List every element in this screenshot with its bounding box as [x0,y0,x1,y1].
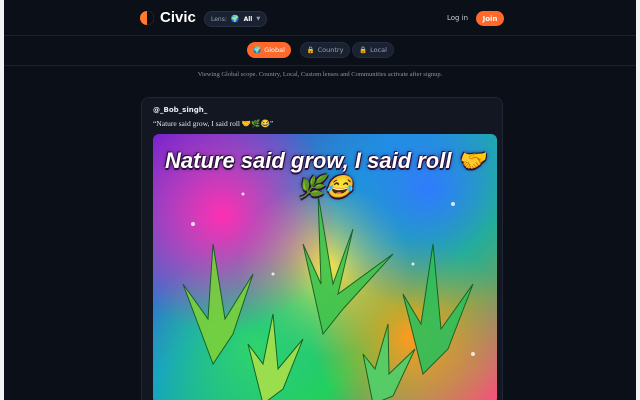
post-caption: “Nature said grow, I said roll 🤝🌿😂” [153,119,274,128]
logo[interactable]: Civic [140,9,196,26]
tab-global[interactable]: 🌍 Global [247,42,291,58]
lock-icon: 🔒 [306,46,315,54]
post-image[interactable]: Nature said grow, I said roll 🤝🌿😂 [153,134,497,400]
civic-logo-icon [140,10,154,25]
top-header: Civic Lens: 🌍 All ▼ Log in Join [4,0,636,36]
scope-notice: Viewing Global scope. Country, Local, Cu… [197,71,443,78]
tab-global-label: Global [264,46,285,54]
scope-tabs: 🌍 Global 🔒 Country 🔒 Local [4,36,636,66]
login-link[interactable]: Log in [447,14,468,22]
tab-local[interactable]: 🔒 Local [352,42,394,58]
tab-country[interactable]: 🔒 Country [300,42,350,58]
lens-value: All [243,15,253,23]
lock-icon: 🔒 [359,46,368,54]
globe-icon: 🌍 [253,46,262,54]
tab-local-label: Local [370,46,387,54]
globe-icon: 🌍 [230,15,240,23]
image-overlay-text: Nature said grow, I said roll 🤝🌿😂 [165,148,485,199]
tab-country-label: Country [317,46,344,54]
chevron-down-icon: ▼ [256,16,261,22]
app-frame: Civic Lens: 🌍 All ▼ Log in Join 🌍 Global… [4,0,636,400]
right-edge [636,0,640,400]
post-username[interactable]: @_Bob_singh_ [153,106,207,114]
join-button[interactable]: Join [476,11,504,26]
app-name: Civic [160,9,196,26]
lens-selector[interactable]: Lens: 🌍 All ▼ [204,11,268,27]
post-card: @_Bob_singh_ “Nature said grow, I said r… [141,97,503,400]
lens-label: Lens: [211,15,227,23]
